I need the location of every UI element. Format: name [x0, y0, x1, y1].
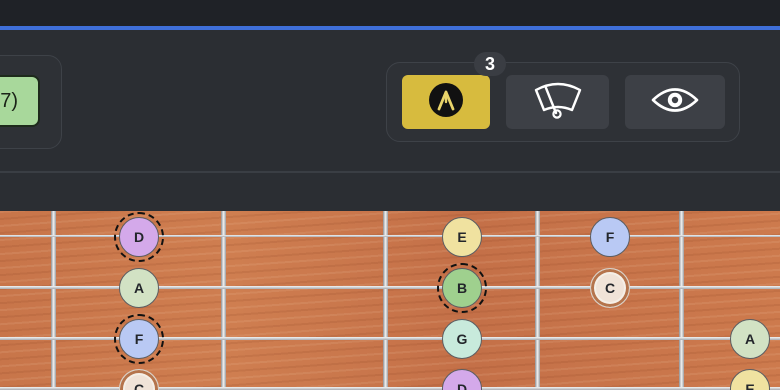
visibility-button[interactable] [625, 75, 725, 129]
note-marker[interactable]: F [114, 314, 164, 364]
fret-wire [221, 211, 226, 390]
fret-wire [383, 211, 388, 390]
autotune-button[interactable] [402, 75, 490, 129]
note-marker[interactable]: G [442, 319, 482, 359]
note-marker[interactable]: A [119, 268, 159, 308]
fretboard[interactable]: D A F C E B G D F C A E [0, 211, 780, 390]
fret-wire [679, 211, 684, 390]
a-circle-icon [428, 82, 464, 123]
count-badge: 3 [474, 52, 506, 76]
eye-icon [651, 85, 699, 120]
panel-strip [0, 173, 780, 211]
note-marker[interactable]: C [590, 268, 630, 308]
note-marker[interactable]: F [590, 217, 630, 257]
string [0, 286, 780, 289]
chord-chip-label: 7) [0, 90, 18, 112]
fret-wire [51, 211, 56, 390]
chord-chip[interactable]: 7) [0, 75, 40, 127]
note-marker[interactable]: E [442, 217, 482, 257]
tuner-button[interactable] [506, 75, 609, 129]
note-marker[interactable]: B [437, 263, 487, 313]
tuner-gauge-icon [532, 80, 584, 125]
top-bar [0, 0, 780, 26]
fret-wire [535, 211, 540, 390]
note-marker[interactable]: A [730, 319, 770, 359]
note-marker[interactable]: D [114, 212, 164, 262]
